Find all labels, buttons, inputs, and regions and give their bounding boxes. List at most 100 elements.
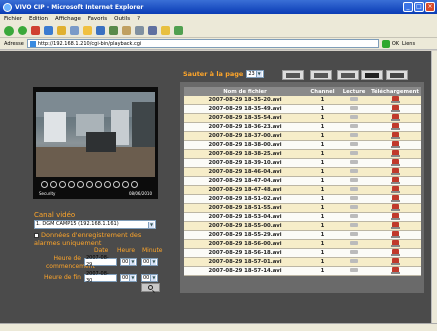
download-icon[interactable] bbox=[390, 168, 400, 175]
menu-edition[interactable]: Edition bbox=[29, 16, 48, 22]
play-file-icon[interactable] bbox=[350, 142, 358, 146]
play-icon[interactable] bbox=[59, 181, 66, 188]
maximize-button[interactable]: □ bbox=[414, 2, 424, 12]
page-scrollbar[interactable] bbox=[431, 51, 437, 323]
menu-help[interactable]: ? bbox=[137, 16, 140, 22]
download-icon[interactable] bbox=[390, 114, 400, 121]
play-file-icon[interactable] bbox=[350, 250, 358, 254]
discuss-icon[interactable] bbox=[161, 26, 170, 35]
forward-icon[interactable] bbox=[18, 26, 27, 35]
next-frame-icon[interactable] bbox=[86, 181, 93, 188]
play-file-icon[interactable] bbox=[350, 223, 358, 227]
download-icon[interactable] bbox=[390, 123, 400, 130]
refresh-icon[interactable] bbox=[44, 26, 53, 35]
play-file-icon[interactable] bbox=[350, 196, 358, 200]
minimize-button[interactable]: _ bbox=[403, 2, 413, 12]
download-icon[interactable] bbox=[390, 213, 400, 220]
table-row[interactable]: 2007-08-29 18-53-04.avi 1 bbox=[184, 212, 421, 222]
play-file-icon[interactable] bbox=[350, 187, 358, 191]
play-file-icon[interactable] bbox=[350, 169, 358, 173]
file-name[interactable]: 2007-08-29 18-35-54.avi bbox=[184, 113, 306, 123]
table-row[interactable]: 2007-08-29 18-35-49.avi 1 bbox=[184, 104, 421, 114]
search-button[interactable] bbox=[141, 283, 160, 292]
menu-fichier[interactable]: Fichier bbox=[4, 16, 22, 22]
download-icon[interactable] bbox=[390, 258, 400, 265]
download-icon[interactable] bbox=[390, 249, 400, 256]
table-row[interactable]: 2007-08-29 18-47-48.avi 1 bbox=[184, 185, 421, 195]
favorites-icon[interactable] bbox=[83, 26, 92, 35]
file-name[interactable]: 2007-08-29 18-35-20.avi bbox=[184, 96, 306, 105]
menu-affichage[interactable]: Affichage bbox=[55, 16, 81, 22]
stop-icon[interactable] bbox=[77, 181, 84, 188]
start-minute-select[interactable]: 00 ▼ bbox=[141, 258, 159, 266]
edit-icon[interactable] bbox=[148, 26, 157, 35]
download-icon[interactable] bbox=[390, 231, 400, 238]
end-hour-select[interactable]: 00 ▼ bbox=[120, 274, 138, 282]
start-hour-select[interactable]: 00 ▼ bbox=[120, 258, 138, 266]
file-name[interactable]: 2007-08-29 18-38-00.avi bbox=[184, 140, 306, 150]
play-file-icon[interactable] bbox=[350, 160, 358, 164]
address-input[interactable]: http://192.168.1.210/cgi-bin/playback.cg… bbox=[26, 39, 379, 48]
download-icon[interactable] bbox=[390, 96, 400, 103]
pause-icon[interactable] bbox=[68, 181, 75, 188]
end-date-input[interactable]: 2007-08-30 bbox=[84, 271, 117, 284]
media-icon[interactable] bbox=[96, 26, 105, 35]
play-file-icon[interactable] bbox=[350, 133, 358, 137]
download-icon[interactable] bbox=[390, 159, 400, 166]
download-icon[interactable] bbox=[390, 222, 400, 229]
menu-outils[interactable]: Outils bbox=[114, 16, 130, 22]
table-row[interactable]: 2007-08-29 18-36-23.avi 1 bbox=[184, 122, 421, 132]
file-name[interactable]: 2007-08-29 18-36-23.avi bbox=[184, 122, 306, 132]
table-row[interactable]: 2007-08-29 18-56-00.avi 1 bbox=[184, 239, 421, 249]
delete-button[interactable] bbox=[386, 70, 408, 80]
table-row[interactable]: 2007-08-29 18-51-02.avi 1 bbox=[184, 194, 421, 204]
snapshot-icon[interactable] bbox=[104, 181, 111, 188]
table-row[interactable]: 2007-08-29 18-56-18.avi 1 bbox=[184, 248, 421, 258]
mail-icon[interactable] bbox=[122, 26, 131, 35]
fullscreen-icon[interactable] bbox=[122, 181, 129, 188]
print-icon[interactable] bbox=[135, 26, 144, 35]
alarm-checkbox[interactable] bbox=[34, 232, 39, 238]
fast-forward-icon[interactable] bbox=[95, 181, 102, 188]
file-name[interactable]: 2007-08-29 18-38-25.avi bbox=[184, 149, 306, 159]
play-file-icon[interactable] bbox=[350, 232, 358, 236]
file-name[interactable]: 2007-08-29 18-56-00.avi bbox=[184, 239, 306, 249]
play-file-icon[interactable] bbox=[350, 214, 358, 218]
canal-select[interactable]: 1. DGM CAMP15 (192.168.1.161) ▼ bbox=[34, 220, 156, 229]
file-name[interactable]: 2007-08-29 18-39-10.avi bbox=[184, 158, 306, 168]
file-name[interactable]: 2007-08-29 18-51-02.avi bbox=[184, 194, 306, 204]
file-name[interactable]: 2007-08-29 18-51-55.avi bbox=[184, 203, 306, 213]
play-file-icon[interactable] bbox=[350, 241, 358, 245]
table-row[interactable]: 2007-08-29 18-35-20.avi 1 bbox=[184, 96, 421, 105]
table-row[interactable]: 2007-08-29 18-38-00.avi 1 bbox=[184, 140, 421, 150]
file-name[interactable]: 2007-08-29 18-47-04.avi bbox=[184, 176, 306, 186]
table-row[interactable]: 2007-08-29 18-57-14.avi 1 bbox=[184, 266, 421, 276]
stop-icon[interactable] bbox=[31, 26, 40, 35]
download-icon[interactable] bbox=[390, 105, 400, 112]
back-icon[interactable] bbox=[4, 25, 14, 36]
file-name[interactable]: 2007-08-29 18-56-18.avi bbox=[184, 248, 306, 258]
play-file-icon[interactable] bbox=[350, 115, 358, 119]
play-file-icon[interactable] bbox=[350, 97, 358, 101]
download-icon[interactable] bbox=[390, 204, 400, 211]
video-preview[interactable]: Security 08/06/2010 bbox=[33, 87, 158, 199]
table-row[interactable]: 2007-08-29 18-39-10.avi 1 bbox=[184, 158, 421, 168]
table-row[interactable]: 2007-08-29 18-57-01.avi 1 bbox=[184, 257, 421, 267]
download-icon[interactable] bbox=[390, 150, 400, 157]
table-row[interactable]: 2007-08-29 18-51-55.avi 1 bbox=[184, 203, 421, 213]
prev-frame-icon[interactable] bbox=[50, 181, 57, 188]
table-row[interactable]: 2007-08-29 18-37-00.avi 1 bbox=[184, 131, 421, 141]
home-icon[interactable] bbox=[57, 26, 66, 35]
table-row[interactable]: 2007-08-29 18-46-04.avi 1 bbox=[184, 167, 421, 177]
play-file-icon[interactable] bbox=[350, 178, 358, 182]
alarm-option[interactable]: Données d'enregistrement des alarmes uni… bbox=[34, 231, 164, 247]
menu-favoris[interactable]: Favoris bbox=[88, 16, 107, 22]
file-name[interactable]: 2007-08-29 18-46-04.avi bbox=[184, 167, 306, 177]
file-name[interactable]: 2007-08-29 18-53-04.avi bbox=[184, 212, 306, 222]
settings-icon[interactable] bbox=[131, 181, 138, 188]
table-row[interactable]: 2007-08-29 18-35-54.avi 1 bbox=[184, 113, 421, 123]
history-icon[interactable] bbox=[109, 26, 118, 35]
download-icon[interactable] bbox=[390, 141, 400, 148]
play-file-icon[interactable] bbox=[350, 124, 358, 128]
file-name[interactable]: 2007-08-29 18-37-00.avi bbox=[184, 131, 306, 141]
